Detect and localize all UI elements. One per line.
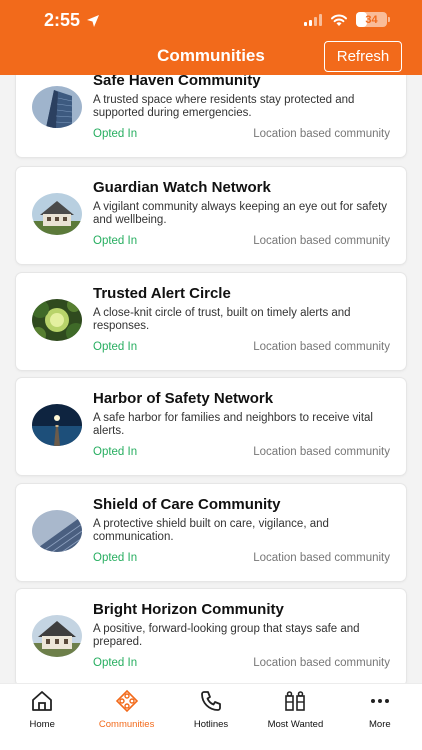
community-title: Bright Horizon Community [93, 601, 284, 618]
community-type: Location based community [253, 235, 390, 247]
community-card[interactable]: Guardian Watch Network A vigilant commun… [16, 167, 406, 264]
opt-status: Opted In [93, 657, 138, 669]
battery-percent: 34 [365, 13, 378, 26]
nav-label: Home [29, 719, 55, 730]
community-type: Location based community [253, 657, 390, 669]
opt-status: Opted In [93, 341, 138, 353]
community-description: A close-knit circle of trust, built on t… [93, 307, 351, 332]
status-bar: 2:55 34 [0, 0, 422, 40]
more-icon [370, 699, 389, 703]
communities-icon [115, 689, 138, 713]
pier-image [32, 404, 82, 446]
nav-label: Most Wanted [267, 719, 324, 730]
chalet-image [32, 615, 82, 657]
opt-status: Opted In [93, 235, 138, 247]
nav-communities[interactable]: Communities [84, 684, 168, 750]
community-type: Location based community [253, 341, 390, 353]
forest-image [32, 299, 82, 341]
community-title: Shield of Care Community [93, 496, 281, 513]
phone-icon [201, 691, 221, 711]
skyscraper-image [32, 86, 82, 128]
nav-home[interactable]: Home [0, 684, 84, 750]
nav-most-wanted[interactable]: Most Wanted [253, 684, 337, 750]
time-text: 2:55 [44, 10, 81, 30]
community-card[interactable]: Shield of Care Community A protective sh… [16, 484, 406, 581]
battery-cap [388, 17, 390, 22]
building-facade-image [32, 510, 82, 552]
community-title: Harbor of Safety Network [93, 390, 274, 407]
community-title: Safe Haven Community [93, 75, 261, 89]
nav-label: More [369, 719, 391, 730]
nav-more[interactable]: More [338, 684, 422, 750]
community-card[interactable]: Bright Horizon Community A positive, for… [16, 589, 406, 683]
community-type: Location based community [253, 446, 390, 458]
community-description: A positive, forward-looking group that s… [93, 623, 360, 648]
opt-status: Opted In [93, 552, 138, 564]
community-description: A trusted space where residents stay pro… [93, 94, 355, 119]
wifi-icon [331, 14, 347, 26]
status-indicators: 34 [304, 12, 390, 27]
bottom-nav: Home Communities Hotlines Most Wanted Mo… [0, 683, 422, 750]
community-title: Trusted Alert Circle [93, 285, 231, 302]
community-list[interactable]: Safe Haven Community A trusted space whe… [0, 75, 422, 683]
location-arrow-icon [87, 14, 100, 27]
home-icon [32, 691, 53, 711]
app-header: 2:55 34 Communities Refresh [0, 0, 422, 75]
cellular-signal-icon [304, 13, 322, 26]
status-time: 2:55 [44, 10, 100, 31]
opt-status: Opted In [93, 446, 138, 458]
community-type: Location based community [253, 552, 390, 564]
battery-icon: 34 [356, 12, 387, 27]
community-card[interactable]: Harbor of Safety Network A safe harbor f… [16, 378, 406, 475]
opt-status: Opted In [93, 128, 138, 140]
community-card[interactable]: Safe Haven Community A trusted space whe… [16, 75, 406, 157]
nav-label: Hotlines [193, 719, 229, 730]
community-description: A safe harbor for families and neighbors… [93, 412, 373, 437]
refresh-button[interactable]: Refresh [324, 41, 402, 72]
community-description: A protective shield built on care, vigil… [93, 518, 329, 543]
most-wanted-icon [285, 691, 306, 711]
community-description: A vigilant community always keeping an e… [93, 201, 388, 226]
chalet-image [32, 193, 82, 235]
community-title: Guardian Watch Network [93, 179, 271, 196]
nav-hotlines[interactable]: Hotlines [169, 684, 253, 750]
nav-label: Communities [98, 719, 155, 730]
community-card[interactable]: Trusted Alert Circle A close-knit circle… [16, 273, 406, 370]
community-type: Location based community [253, 128, 390, 140]
